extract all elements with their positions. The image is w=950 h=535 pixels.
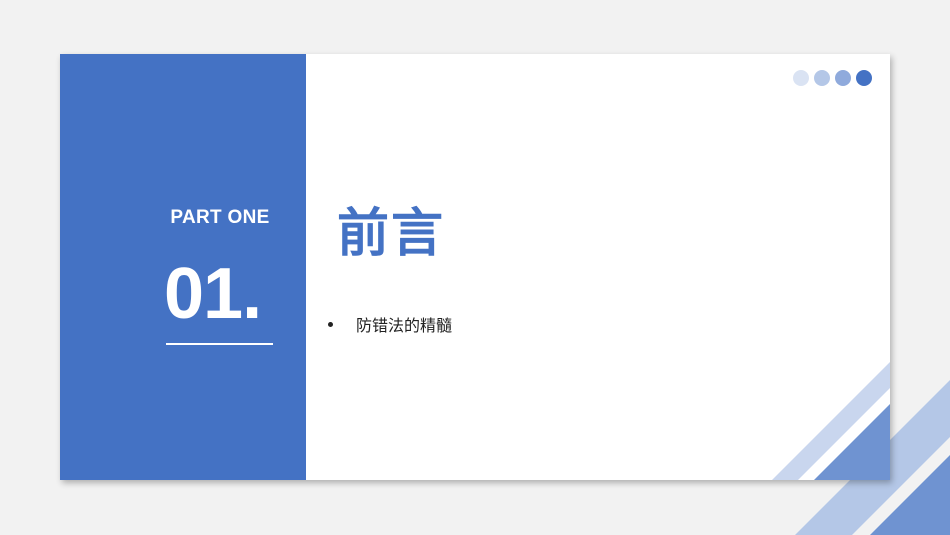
slide-stage: PART ONE 01. 前言 防错法的精髓: [0, 0, 950, 535]
decorative-stripes-inner: [772, 362, 890, 480]
slide-card: PART ONE 01. 前言 防错法的精髓: [60, 54, 890, 480]
